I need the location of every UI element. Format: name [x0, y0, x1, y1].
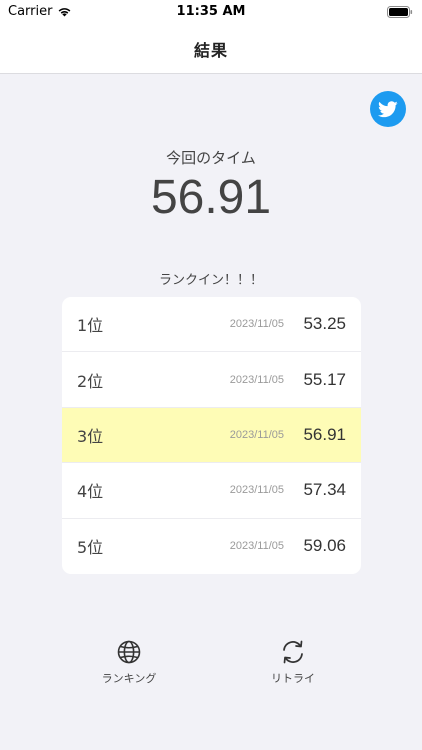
rank-date: 2023/11/05	[229, 318, 284, 331]
ranking-row-4: 4位 2023/11/05 57.34	[62, 463, 361, 519]
retry-icon	[279, 638, 307, 666]
rank-date: 2023/11/05	[229, 540, 284, 553]
battery-icon	[387, 6, 413, 22]
rank-score: 55.17	[303, 369, 346, 389]
status-bar: Carrier 11:35 AM	[0, 0, 422, 24]
retry-button[interactable]: リトライ	[253, 638, 333, 690]
twitter-icon	[378, 100, 398, 117]
rank-position: 2位	[77, 371, 104, 391]
ranking-row-2: 2位 2023/11/05 55.17	[62, 352, 361, 408]
ranking-button[interactable]: ランキング	[89, 638, 169, 690]
status-time: 11:35 AM	[176, 4, 246, 19]
navigation-bar: 結果	[0, 24, 422, 74]
rank-position: 3位	[77, 426, 104, 446]
retry-button-label: リトライ	[271, 672, 315, 685]
rank-score: 56.91	[303, 424, 346, 444]
rank-date: 2023/11/05	[229, 484, 284, 497]
ranking-button-label: ランキング	[101, 672, 157, 685]
rank-position: 1位	[77, 316, 104, 336]
current-time-caption: 今回のタイム	[166, 149, 256, 167]
rank-position: 5位	[77, 538, 104, 558]
twitter-share-button[interactable]	[370, 91, 406, 127]
ranking-row-1: 1位 2023/11/05 53.25	[62, 297, 361, 353]
rank-score: 59.06	[303, 536, 346, 556]
page-title: 結果	[193, 40, 228, 60]
rank-position: 4位	[77, 482, 104, 502]
ranking-table: 1位 2023/11/05 53.25 2位 2023/11/05 55.17 …	[62, 297, 361, 574]
rank-score: 57.34	[303, 480, 346, 500]
rank-score: 53.25	[303, 314, 346, 334]
rank-date: 2023/11/05	[229, 373, 284, 386]
current-time-value: 56.91	[150, 171, 272, 224]
ranking-row-3-current: 3位 2023/11/05 56.91	[62, 407, 361, 464]
rank-in-message: ランクイン！！！	[158, 273, 263, 288]
ranking-row-5: 5位 2023/11/05 59.06	[62, 519, 361, 574]
globe-icon	[115, 638, 143, 666]
result-screen: Carrier 11:35 AM 結果 今回のタイム 56.91 ランクイン！！…	[0, 0, 422, 750]
rank-date: 2023/11/05	[229, 428, 284, 441]
